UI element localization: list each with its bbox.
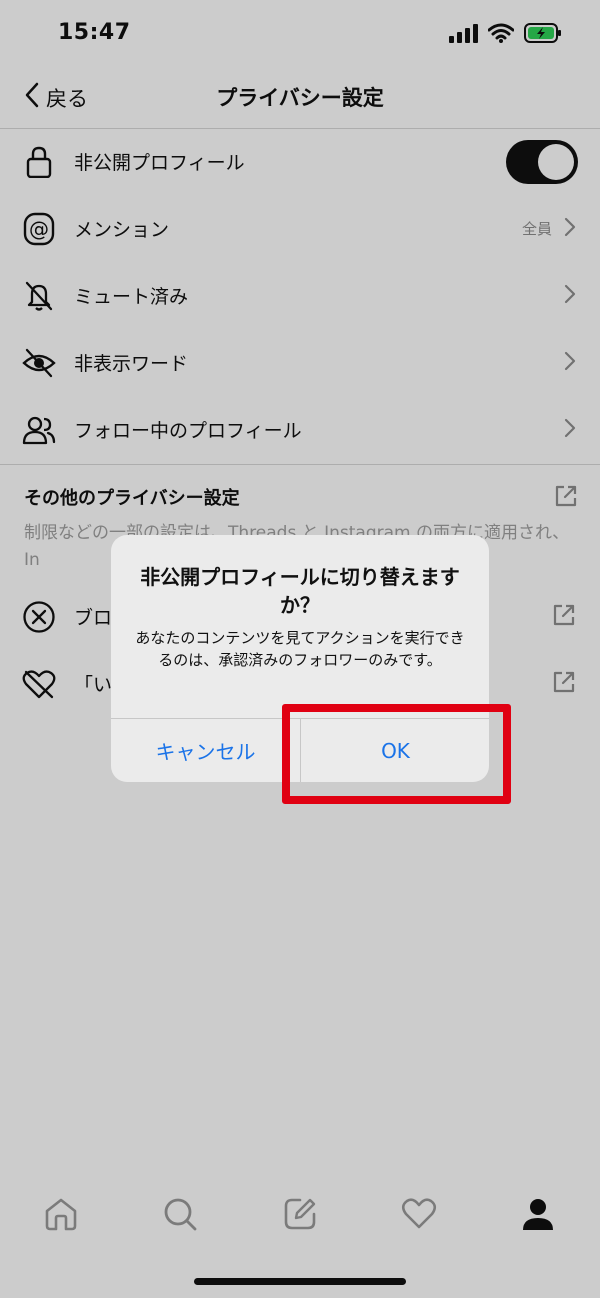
ok-highlight-annotation bbox=[282, 704, 511, 804]
dialog-title: 非公開プロフィールに切り替えますか？ bbox=[140, 565, 460, 617]
privacy-settings-screen: 15:47 戻る プライバシー設定 非公開プロフィール @ メンション 全員 ミ… bbox=[0, 0, 600, 1298]
dialog-message: あなたのコンテンツを見てアクションを実行できるのは、承認済みのフォロワーのみです… bbox=[135, 629, 465, 669]
cancel-button[interactable]: キャンセル bbox=[111, 719, 300, 782]
